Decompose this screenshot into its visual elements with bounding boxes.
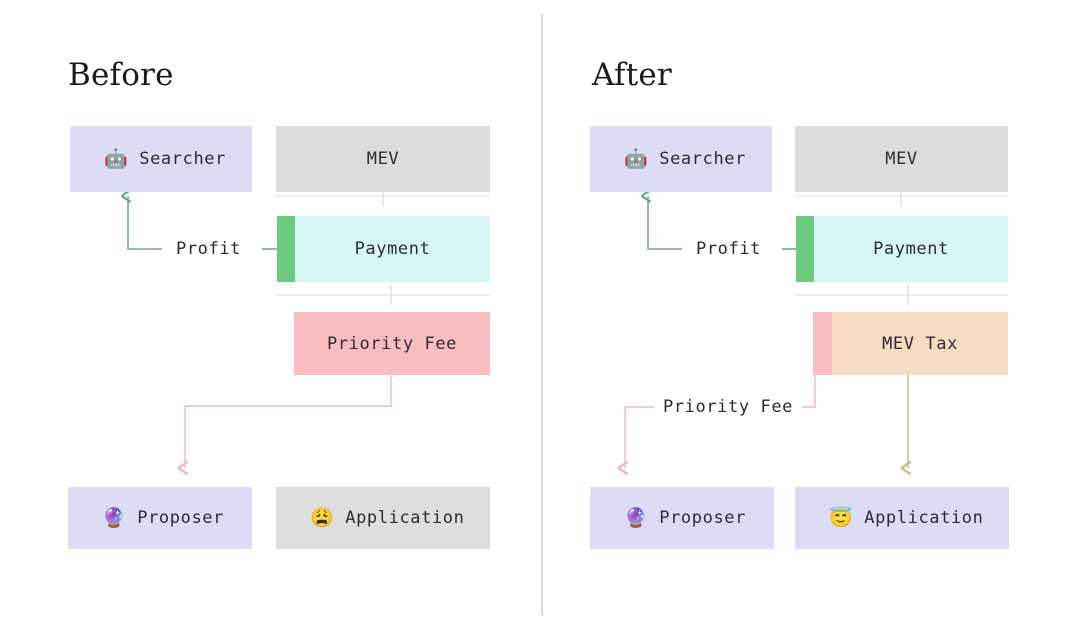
after-mev-label: MEV — [885, 149, 918, 169]
robot-face-icon: 🤖 — [104, 147, 129, 170]
after-priority-fee-arrow — [617, 375, 816, 476]
before-priority-fee-arrow — [177, 375, 392, 476]
before-application-label: Application — [345, 508, 465, 528]
before-priority-fee-node[interactable]: Priority Fee — [294, 312, 490, 375]
weary-face-icon: 😩 — [310, 506, 335, 529]
crystal-ball-icon: 🔮 — [102, 506, 127, 529]
smiling-face-with-halo-icon: 😇 — [829, 506, 854, 529]
after-proposer-label: Proposer — [659, 508, 746, 528]
after-payment-green-bar — [796, 216, 814, 282]
before-searcher-label: Searcher — [139, 149, 226, 169]
after-priority-fee-edge-label: Priority Fee — [654, 397, 803, 417]
after-mev-tax-node[interactable]: MEV Tax — [832, 312, 1008, 375]
before-proposer-node[interactable]: 🔮 Proposer — [68, 487, 252, 549]
after-panel-title: After — [592, 57, 672, 93]
before-profit-edge-label: Profit — [167, 239, 251, 259]
before-proposer-label: Proposer — [137, 508, 224, 528]
after-payment-node[interactable]: Payment — [814, 216, 1008, 282]
after-searcher-label: Searcher — [659, 149, 746, 169]
after-application-label: Application — [864, 508, 984, 528]
diagram-canvas: Before 🤖 Searcher MEV Payment Priority F… — [0, 0, 1073, 630]
before-payment-fee-connector — [276, 285, 490, 305]
after-application-node[interactable]: 😇 Application — [795, 487, 1009, 549]
robot-face-icon: 🤖 — [624, 147, 649, 170]
before-application-node[interactable]: 😩 Application — [276, 487, 490, 549]
after-payment-label: Payment — [873, 239, 949, 259]
before-payment-label: Payment — [354, 239, 431, 259]
panel-divider — [541, 14, 543, 615]
after-payment-tax-connector — [795, 285, 1008, 305]
before-searcher-node[interactable]: 🤖 Searcher — [70, 126, 252, 192]
after-mev-tax-label: MEV Tax — [882, 333, 958, 354]
before-mev-label: MEV — [366, 149, 400, 169]
before-payment-node[interactable]: Payment — [295, 216, 490, 282]
after-mev-tax-pink-bar — [813, 312, 832, 375]
after-searcher-node[interactable]: 🤖 Searcher — [590, 126, 772, 192]
after-proposer-node[interactable]: 🔮 Proposer — [590, 487, 774, 549]
crystal-ball-icon: 🔮 — [624, 506, 649, 529]
before-priority-fee-label: Priority Fee — [326, 333, 458, 354]
before-payment-green-bar — [277, 216, 295, 282]
before-panel-title: Before — [68, 57, 174, 93]
after-profit-edge-label: Profit — [687, 239, 771, 259]
before-mev-node[interactable]: MEV — [276, 126, 490, 192]
after-mev-node[interactable]: MEV — [795, 126, 1008, 192]
